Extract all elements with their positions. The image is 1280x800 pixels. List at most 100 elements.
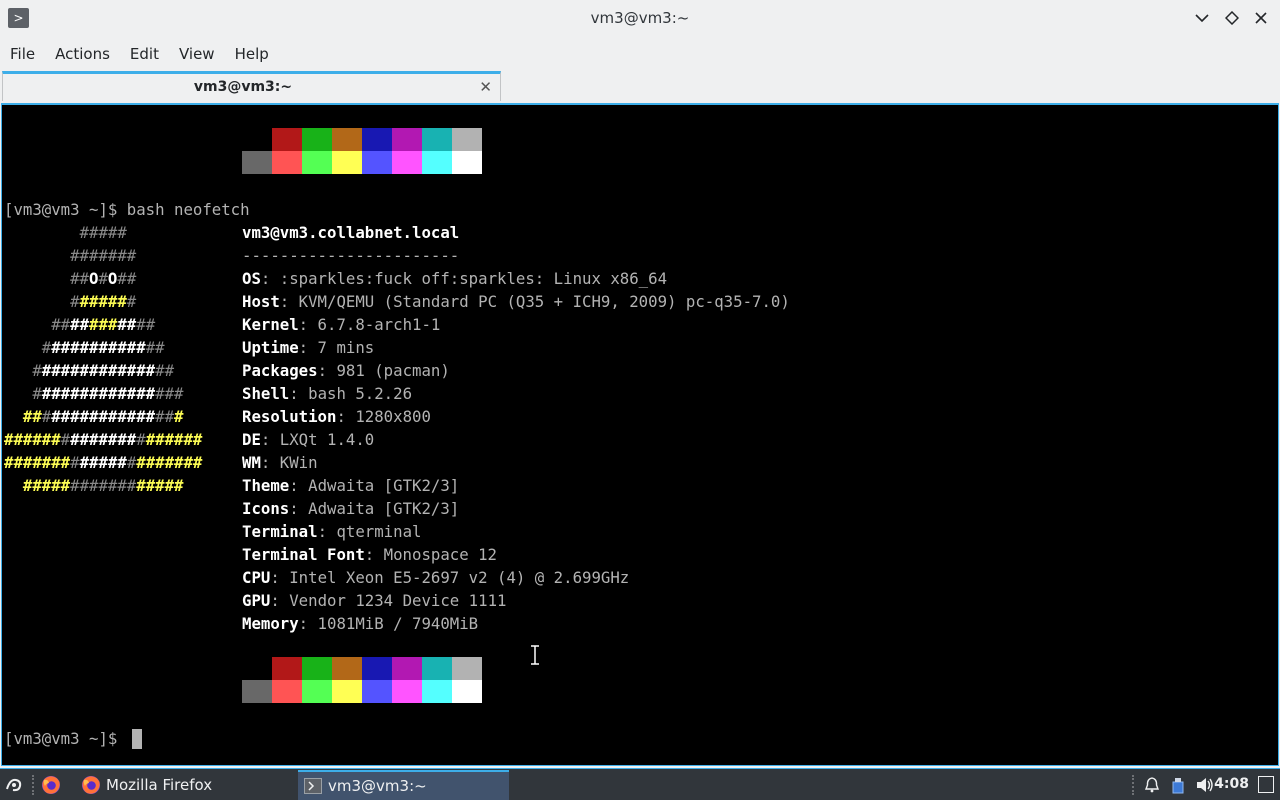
info-line-os: OS: :sparkles:fuck off:sparkles: Linux x… <box>242 267 667 290</box>
task-terminal-label: vm3@vm3:~ <box>328 777 427 795</box>
ascii-logo-line: ############# <box>4 338 165 357</box>
ascii-logo-line: ####### <box>4 292 137 311</box>
palette-top-swatch-1 <box>272 657 302 680</box>
tab-terminal[interactable]: vm3@vm3:~ ✕ <box>2 71 501 101</box>
tab-bar: vm3@vm3:~ ✕ <box>0 70 1280 102</box>
task-terminal[interactable]: vm3@vm3:~ <box>298 770 509 800</box>
menu-view[interactable]: View <box>169 40 225 67</box>
menu-edit[interactable]: Edit <box>120 40 169 67</box>
info-line-host: Host: KVM/QEMU (Standard PC (Q35 + ICH9,… <box>242 290 790 313</box>
tab-label: vm3@vm3:~ <box>193 79 293 95</box>
info-key: Kernel <box>242 315 299 334</box>
task-firefox-label: Mozilla Firefox <box>106 776 213 794</box>
info-line-wm: WM: KWin <box>242 451 318 474</box>
info-key: DE <box>242 430 261 449</box>
menu-actions[interactable]: Actions <box>45 40 120 67</box>
notification-bell-icon[interactable] <box>1144 777 1160 793</box>
volume-icon[interactable] <box>1196 777 1214 793</box>
tab-close-icon[interactable]: ✕ <box>479 78 492 96</box>
close-button[interactable] <box>1249 6 1273 30</box>
info-key: Host <box>242 292 280 311</box>
palette-top-swatch-2 <box>302 128 332 151</box>
info-line-terminal: Terminal: qterminal <box>242 520 421 543</box>
palette-top-swatch-1 <box>272 128 302 151</box>
palette-bottom-swatch-7 <box>452 151 482 174</box>
user-host: vm3@vm3.collabnet.local <box>242 223 460 242</box>
palette-bottom-swatch-4 <box>362 151 392 174</box>
info-key: OS <box>242 269 261 288</box>
firefox-icon <box>42 776 60 794</box>
menu-help[interactable]: Help <box>225 40 279 67</box>
terminal-icon <box>304 778 322 794</box>
minimize-button[interactable] <box>1190 6 1214 30</box>
palette-top-swatch-4 <box>362 657 392 680</box>
info-value: : 981 (pacman) <box>317 361 450 380</box>
palette-bottom-swatch-2 <box>302 680 332 703</box>
info-line-resolution: Resolution: 1280x800 <box>242 405 431 428</box>
firefox-launcher[interactable] <box>40 770 66 800</box>
info-value: : Adwaita [GTK2/3] <box>289 499 460 518</box>
info-key: Shell <box>242 384 290 403</box>
info-key: Resolution <box>242 407 337 426</box>
ascii-logo-line: ####### <box>4 246 137 265</box>
palette-top-swatch-6 <box>422 657 452 680</box>
ibeam-cursor-icon <box>531 645 539 665</box>
info-value: : LXQt 1.4.0 <box>260 430 375 449</box>
color-palette-bottom <box>242 151 482 174</box>
info-value: : Monospace 12 <box>364 545 498 564</box>
color-palette-top <box>242 657 482 680</box>
firefox-icon <box>82 776 100 794</box>
info-key: Icons <box>242 499 290 518</box>
shell-prompt: [vm3@vm3 ~]$ <box>4 729 127 748</box>
maximize-button[interactable] <box>1220 6 1244 30</box>
info-key: Terminal Font <box>242 545 365 564</box>
ascii-logo-line: ##################### <box>4 453 203 472</box>
menu-file[interactable]: File <box>0 40 45 67</box>
info-line-packages: Packages: 981 (pacman) <box>242 359 450 382</box>
info-value: : :sparkles:fuck off:sparkles: Linux x86… <box>260 269 668 288</box>
palette-bottom-swatch-0 <box>242 680 272 703</box>
ascii-logo-line: ################# <box>4 476 184 495</box>
info-value: : bash 5.2.26 <box>289 384 413 403</box>
color-palette-top <box>242 128 482 151</box>
info-value: : KWin <box>260 453 318 472</box>
menu-bar: File Actions Edit View Help <box>0 40 1280 67</box>
palette-top-swatch-2 <box>302 657 332 680</box>
info-line-terminal-font: Terminal Font: Monospace 12 <box>242 543 497 566</box>
palette-bottom-swatch-4 <box>362 680 392 703</box>
info-value: : Adwaita [GTK2/3] <box>289 476 460 495</box>
close-icon <box>1255 12 1267 24</box>
text-cursor <box>132 729 142 749</box>
ascii-logo-line: ########### <box>4 315 156 334</box>
info-value: : Intel Xeon E5-2697 v2 (4) @ 2.699GHz <box>270 568 630 587</box>
palette-bottom-swatch-2 <box>302 151 332 174</box>
palette-top-swatch-3 <box>332 657 362 680</box>
palette-bottom-swatch-1 <box>272 680 302 703</box>
info-line-memory: Memory: 1081MiB / 7940MiB <box>242 612 478 635</box>
show-desktop-button[interactable] <box>1258 776 1274 793</box>
palette-top-swatch-0 <box>242 128 272 151</box>
info-value: : KVM/QEMU (Standard PC (Q35 + ICH9, 200… <box>279 292 790 311</box>
app-menu-button[interactable] <box>4 770 28 800</box>
info-key: Uptime <box>242 338 299 357</box>
ascii-logo-line: ##O#O## <box>4 269 137 288</box>
terminal-output[interactable]: [vm3@vm3 ~]$ bash neofetch ##### #######… <box>1 103 1279 766</box>
palette-top-swatch-5 <box>392 128 422 151</box>
chevron-down-icon <box>1195 14 1209 23</box>
palette-top-swatch-0 <box>242 657 272 680</box>
title-bar: > vm3@vm3:~ <box>0 0 1280 36</box>
info-value: : Vendor 1234 Device 1111 <box>270 591 507 610</box>
palette-bottom-swatch-1 <box>272 151 302 174</box>
ascii-logo-line: ############### <box>4 361 175 380</box>
info-line-gpu: GPU: Vendor 1234 Device 1111 <box>242 589 506 612</box>
clock[interactable]: 4:08 <box>1214 776 1249 792</box>
ascii-logo-line: ################ <box>4 384 184 403</box>
palette-bottom-swatch-0 <box>242 151 272 174</box>
command-line: [vm3@vm3 ~]$ bash neofetch <box>4 200 250 219</box>
ascii-logo-line: ##### <box>4 223 127 242</box>
palette-bottom-swatch-5 <box>392 151 422 174</box>
palette-top-swatch-4 <box>362 128 392 151</box>
task-firefox[interactable]: Mozilla Firefox <box>80 770 290 800</box>
removable-device-icon[interactable] <box>1171 777 1185 794</box>
info-value: : 6.7.8-arch1-1 <box>298 315 441 334</box>
